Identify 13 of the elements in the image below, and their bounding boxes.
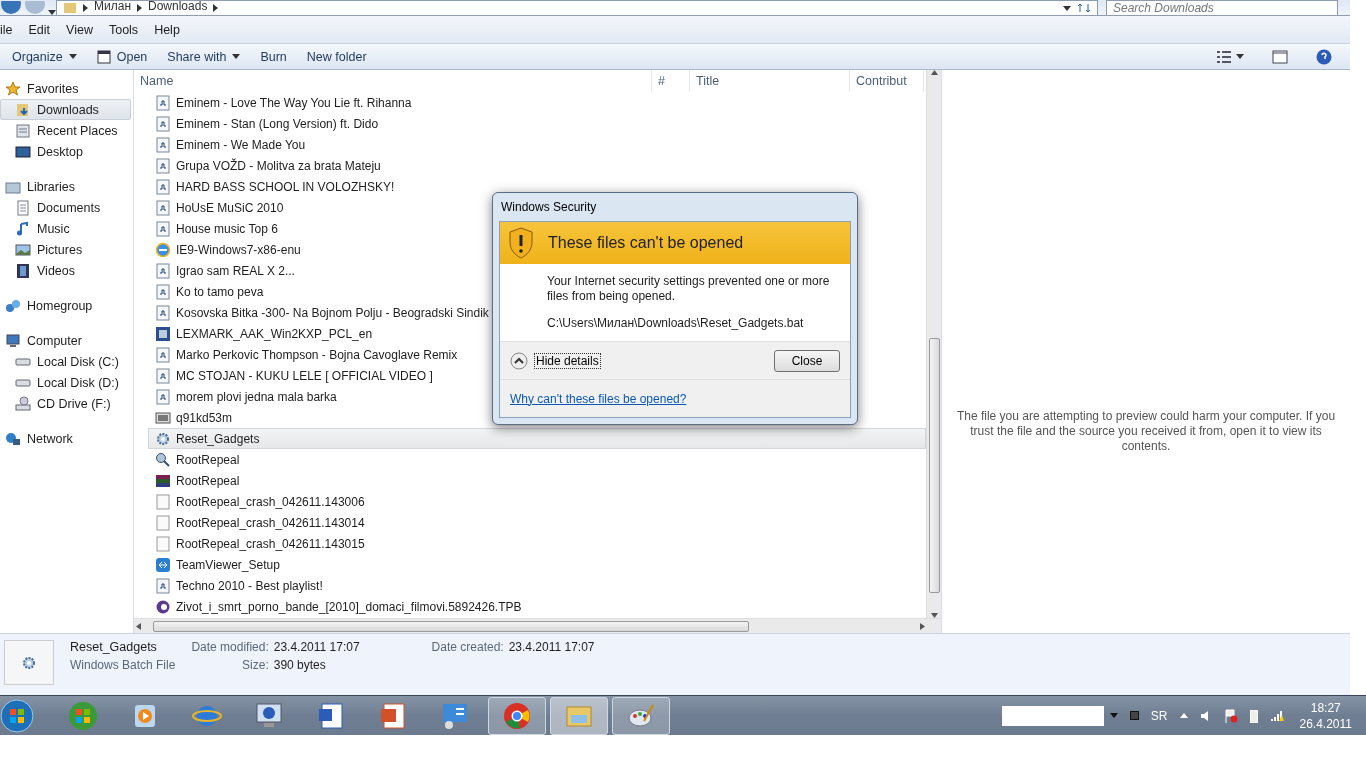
detail-value: 23.4.2011 17:07 (273, 640, 360, 654)
detail-label: Size: (242, 658, 269, 672)
detail-value: 23.4.2011 17:07 (508, 640, 595, 654)
dialog-title: Windows Security (500, 199, 598, 216)
dialog-heading: These files can't be opened (548, 234, 744, 252)
file-type: Windows Batch File (70, 658, 176, 672)
file-name: Reset_Gadgets (70, 640, 158, 654)
detail-value: 390 bytes (273, 658, 326, 672)
dialog-message: Your Internet security settings prevented one or more files from being opened. (547, 274, 831, 304)
detail-label: Date modified: (191, 640, 269, 654)
preview-message: The file you are attempting to preview could harm your computer. If you trust the file and the source you received it from, open it to view its contents. (955, 409, 1337, 454)
file-path: C:\Users\Милан\Downloads\Reset_Gadgets.bat (547, 316, 805, 331)
detail-label: Date created: (431, 640, 504, 654)
